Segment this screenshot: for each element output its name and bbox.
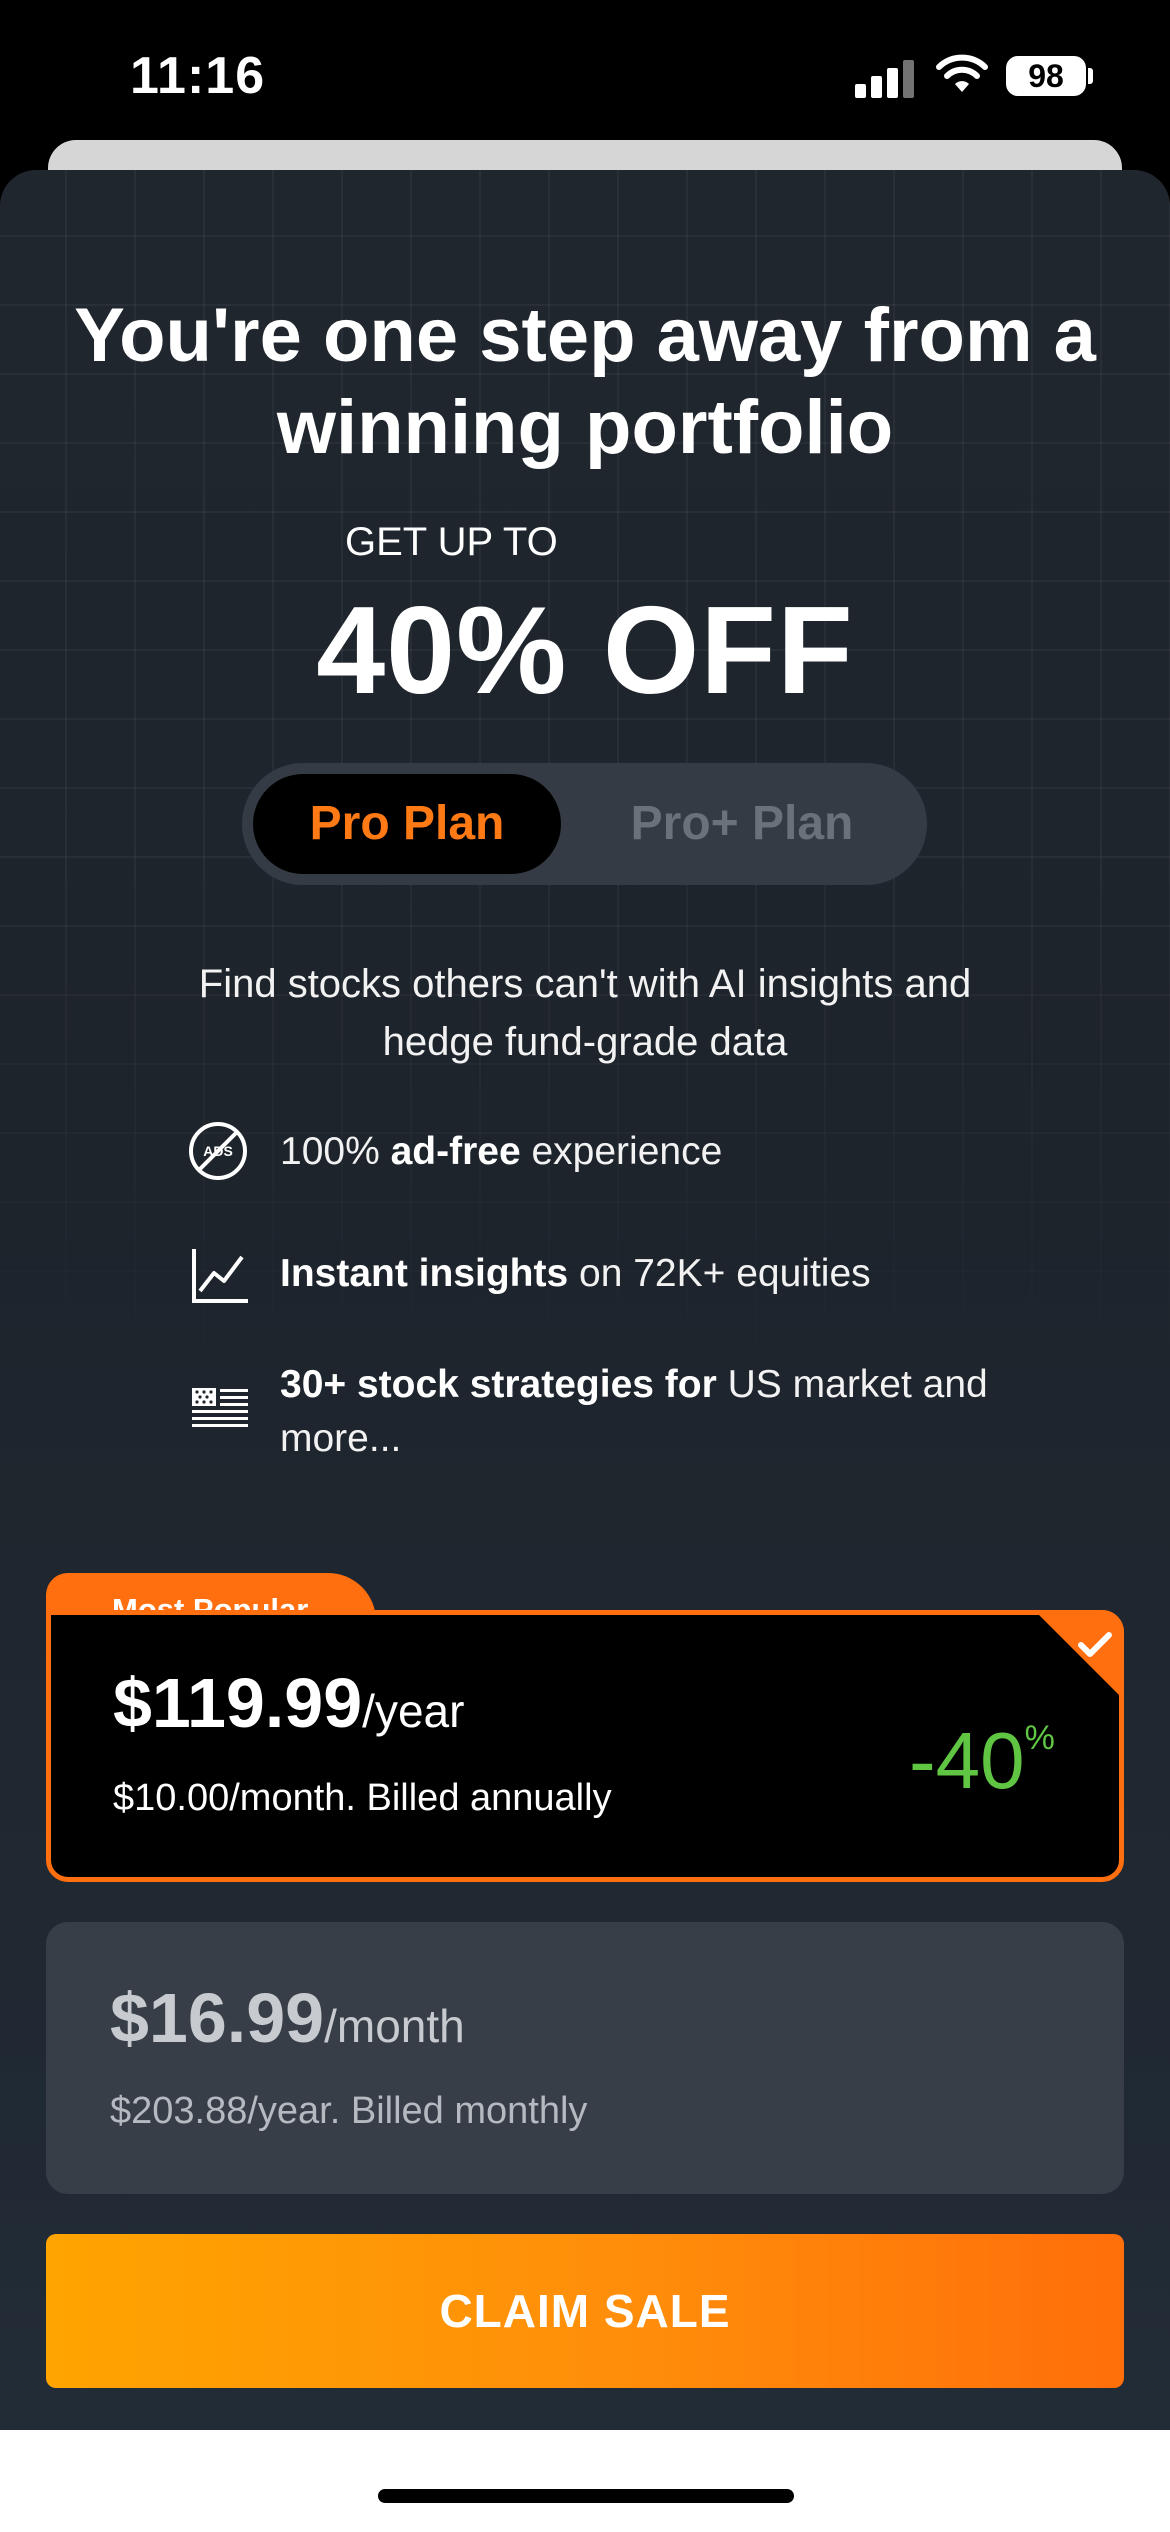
ads-blocked-icon: ADS xyxy=(189,1122,247,1180)
checkmark-icon xyxy=(1078,1632,1112,1657)
cellular-signal-icon xyxy=(855,58,917,98)
tab-pro-plan[interactable]: Pro Plan xyxy=(253,774,561,874)
feature-text: 30+ stock strategies for US market and m… xyxy=(280,1363,988,1460)
promo-discount: 40% OFF xyxy=(316,582,854,720)
wifi-icon xyxy=(936,54,988,92)
tab-pro-plus-plan[interactable]: Pro+ Plan xyxy=(587,774,897,874)
yearly-price: $119.99/year xyxy=(113,1664,465,1742)
promo-prefix: GET UP TO xyxy=(345,520,558,564)
us-flag-icon xyxy=(192,1388,248,1427)
plan-description: Find stocks others can't with AI insight… xyxy=(198,962,972,1064)
plan-card-yearly[interactable]: $119.99/year $10.00/month. Billed annual… xyxy=(46,1610,1124,1882)
page-title: You're one step away from a winning port… xyxy=(74,293,1096,470)
yearly-discount: -40% xyxy=(909,1716,1055,1805)
monthly-price: $16.99/month xyxy=(110,1979,465,2057)
line-chart-icon xyxy=(192,1249,248,1303)
status-bar: 11:16 98 xyxy=(0,0,1170,160)
battery-nub xyxy=(1088,68,1093,84)
svg-text:ADS: ADS xyxy=(203,1143,233,1159)
battery-indicator: 98 xyxy=(1006,56,1086,96)
bottom-safe-area xyxy=(0,2430,1170,2532)
yearly-subtitle: $10.00/month. Billed annually xyxy=(113,1777,612,1819)
feature-text: Instant insights on 72K+ equities xyxy=(280,1252,871,1295)
plan-toggle: Pro Plan Pro+ Plan xyxy=(242,763,927,885)
plan-card-monthly[interactable]: $16.99/month $203.88/year. Billed monthl… xyxy=(46,1922,1124,2194)
claim-sale-button[interactable]: CLAIM SALE xyxy=(46,2234,1124,2388)
monthly-subtitle: $203.88/year. Billed monthly xyxy=(110,2090,588,2132)
feature-text: 100% ad-free experience xyxy=(280,1130,723,1173)
status-time: 11:16 xyxy=(130,47,266,105)
home-indicator[interactable] xyxy=(378,2489,794,2503)
